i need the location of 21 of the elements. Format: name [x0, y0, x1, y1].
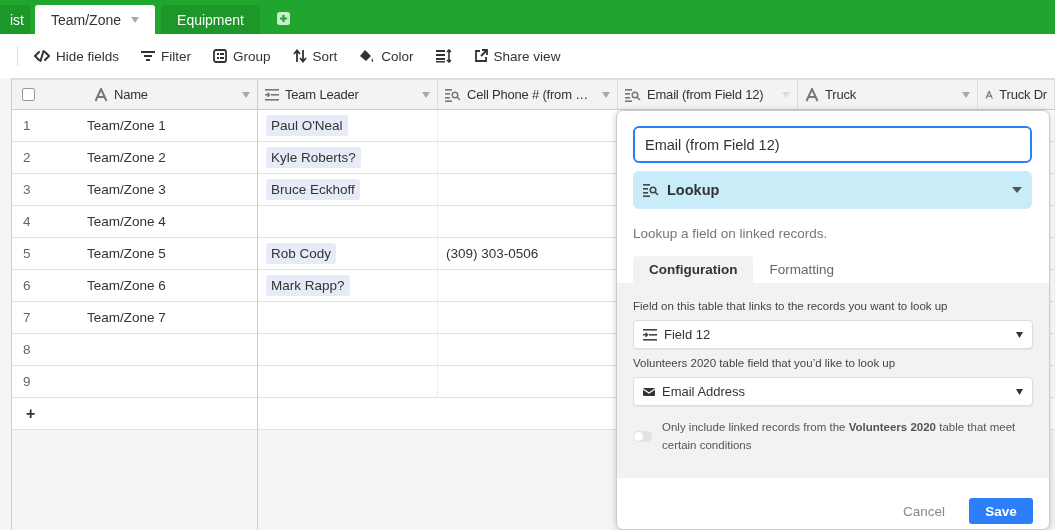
- row-number: 9: [12, 366, 76, 398]
- row-number: 6: [12, 270, 76, 302]
- row-number: 3: [12, 174, 76, 206]
- field-label: Volunteers 2020 table field that you’d like to look up: [633, 357, 897, 369]
- row-number: 4: [12, 206, 76, 238]
- table-cell: (309) 303-0506: [438, 238, 618, 270]
- row-number: 8: [12, 334, 76, 366]
- table-cell: Team/Zone 6: [76, 270, 258, 302]
- row-number: 7: [12, 302, 76, 334]
- row-number: 5: [12, 238, 76, 270]
- toggle-label: Only include linked records from the Volunteers 2020 table that meet certain conditions: [662, 420, 1017, 453]
- table-cell: Team/Zone 4: [76, 206, 258, 238]
- row-number: 1: [12, 110, 76, 142]
- field-type-description: Lookup a field on linked records.: [633, 226, 829, 241]
- field-label: Field on this table that links to the records you want to look up: [633, 300, 949, 312]
- row-number: 2: [12, 142, 76, 174]
- table-cell: Team/Zone 7: [76, 302, 258, 334]
- table-cell: Team/Zone 2: [76, 142, 258, 174]
- table-cell: Team/Zone 5: [76, 238, 258, 270]
- table-cell: Team/Zone 1: [76, 110, 258, 142]
- table-cell: Team/Zone 3: [76, 174, 258, 206]
